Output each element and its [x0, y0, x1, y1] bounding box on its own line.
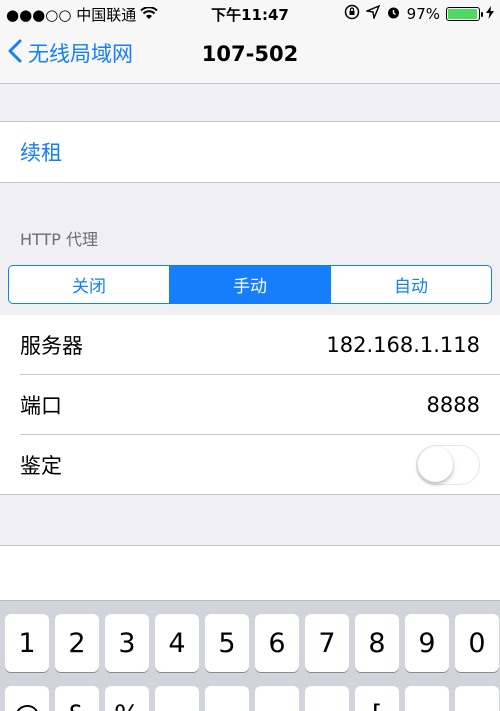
segment-manual[interactable]: 手动: [170, 266, 331, 303]
key-percent[interactable]: %: [105, 686, 149, 711]
key-3[interactable]: 3: [105, 614, 149, 672]
keyboard: 1 2 3 4 5 6 7 8 9 0 @ & % [: [0, 600, 500, 711]
server-label: 服务器: [20, 334, 83, 358]
key-7[interactable]: 7: [305, 614, 349, 672]
number-key-row: 1 2 3 4 5 6 7 8 9 0: [5, 614, 499, 672]
segment-auto[interactable]: 自动: [331, 266, 491, 303]
charging-icon: [486, 5, 494, 23]
port-row[interactable]: 端口 8888: [0, 375, 500, 435]
key-symbol-5[interactable]: [205, 686, 249, 711]
battery-percent: 97%: [406, 5, 440, 23]
key-8[interactable]: 8: [355, 614, 399, 672]
proxy-detail-group: 服务器 182.168.1.118 端口 8888 鉴定: [0, 315, 500, 495]
status-right: 97%: [344, 4, 494, 24]
port-label: 端口: [20, 394, 62, 418]
symbol-key-row: @ & % [: [5, 686, 499, 711]
key-symbol-10[interactable]: [455, 686, 499, 711]
key-ampersand[interactable]: &: [55, 686, 99, 711]
key-bracket[interactable]: [: [355, 686, 399, 711]
port-value[interactable]: 8888: [427, 393, 480, 417]
page-title: 107-502: [201, 42, 299, 66]
renew-lease-button[interactable]: 续租: [0, 122, 500, 182]
key-symbol-7[interactable]: [305, 686, 349, 711]
battery-icon: [446, 7, 483, 21]
key-symbol-9[interactable]: [405, 686, 449, 711]
alarm-icon: [386, 5, 401, 24]
location-icon: [364, 4, 380, 23]
orientation-lock-icon: [344, 4, 360, 24]
server-value[interactable]: 182.168.1.118: [326, 333, 480, 357]
status-bar: ●●●○○ 中国联通 下午11:47 97%: [0, 0, 500, 28]
lease-group: 续租: [0, 121, 500, 183]
key-2[interactable]: 2: [55, 614, 99, 672]
key-9[interactable]: 9: [405, 614, 449, 672]
http-proxy-header: HTTP 代理: [20, 230, 99, 249]
navigation-bar: 无线局域网 107-502: [0, 28, 500, 84]
key-4[interactable]: 4: [155, 614, 199, 672]
key-symbol-6[interactable]: [255, 686, 299, 711]
empty-group: [0, 545, 500, 600]
key-0[interactable]: 0: [455, 614, 499, 672]
battery-fill: [448, 9, 478, 19]
key-at[interactable]: @: [5, 686, 49, 711]
server-row[interactable]: 服务器 182.168.1.118: [0, 315, 500, 375]
proxy-segmented-control: 关闭 手动 自动: [8, 265, 492, 304]
key-5[interactable]: 5: [205, 614, 249, 672]
authentication-label: 鉴定: [20, 454, 62, 478]
authentication-row: 鉴定: [0, 435, 500, 495]
authentication-toggle[interactable]: [416, 445, 480, 485]
key-6[interactable]: 6: [255, 614, 299, 672]
key-symbol-4[interactable]: [155, 686, 199, 711]
segment-off[interactable]: 关闭: [9, 266, 170, 303]
toggle-knob: [418, 447, 453, 482]
key-1[interactable]: 1: [5, 614, 49, 672]
